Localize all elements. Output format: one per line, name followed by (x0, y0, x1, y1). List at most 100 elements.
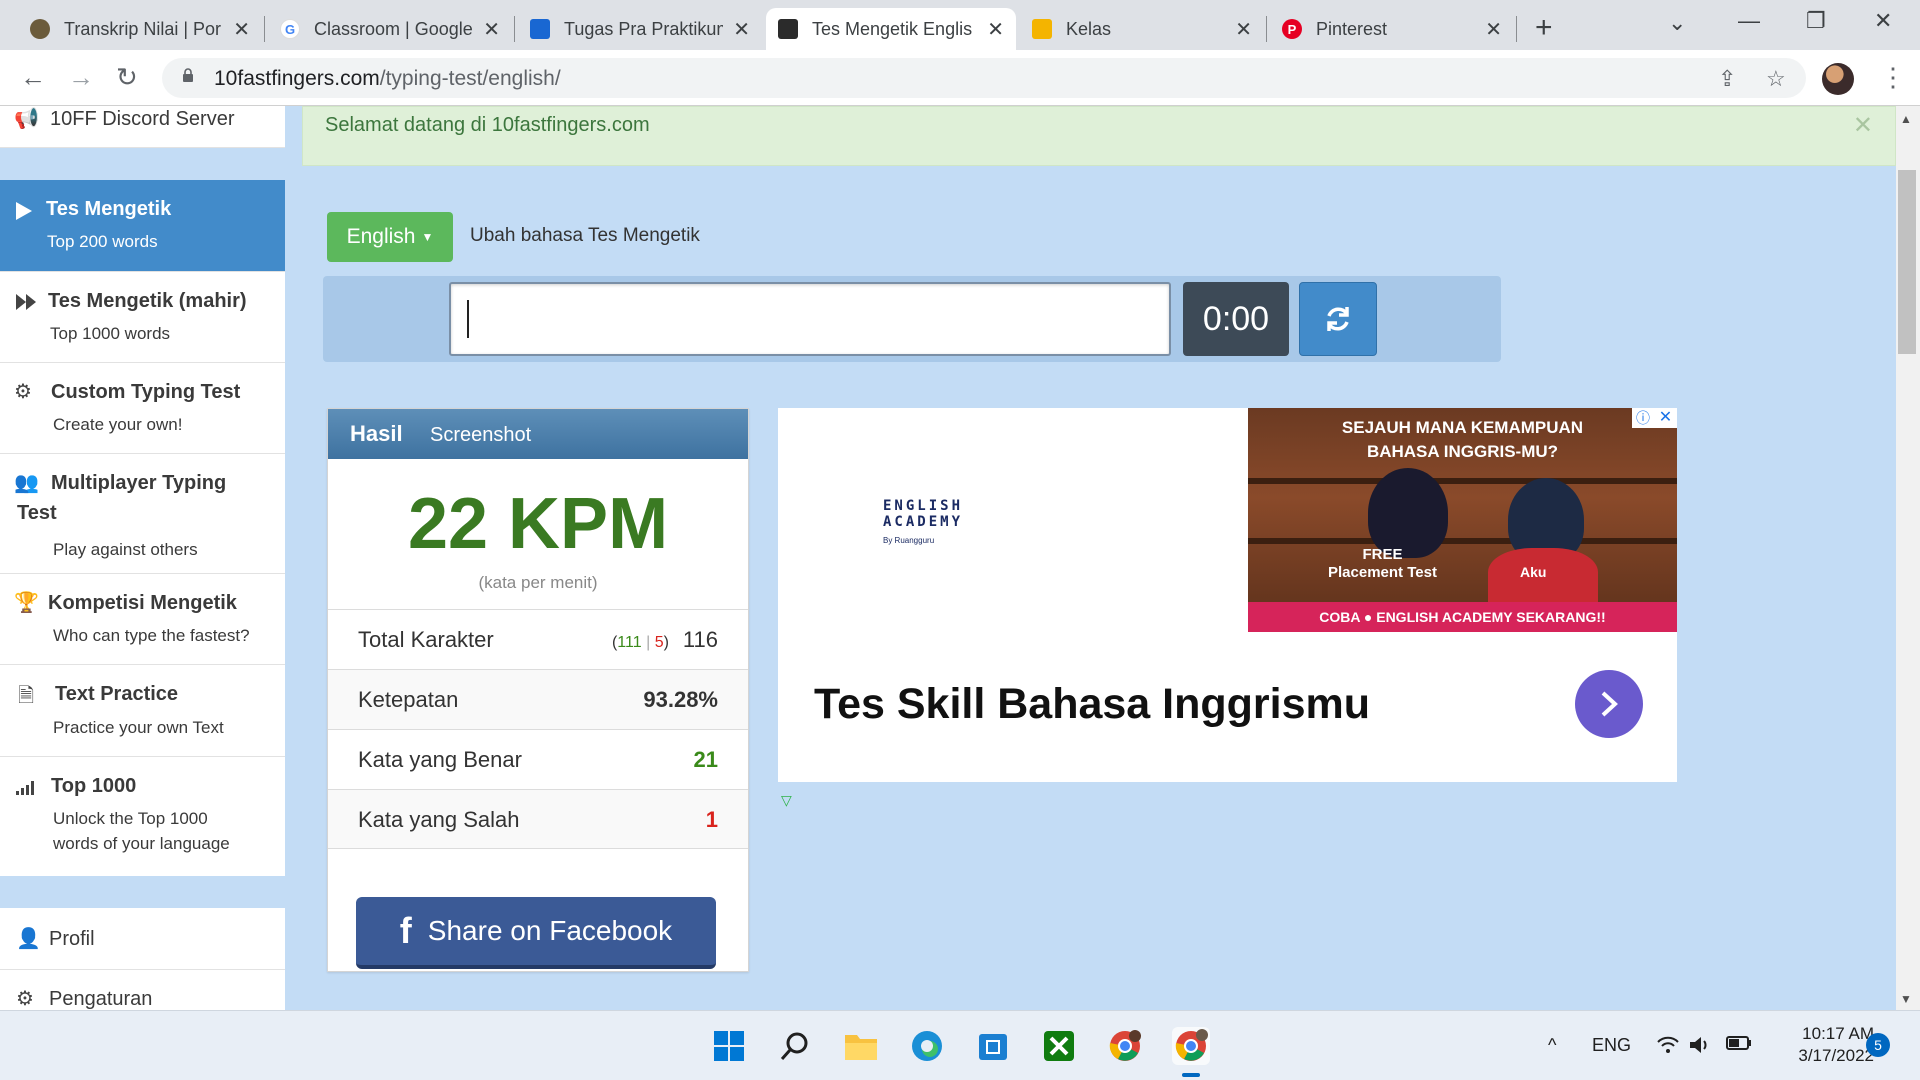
sidebar-item-sub: Top 200 words (47, 232, 158, 251)
volume-icon[interactable] (1688, 1035, 1712, 1060)
tab-label: Kelas (1066, 18, 1112, 39)
tab-pinterest[interactable]: P Pinterest ✕ (1270, 8, 1514, 50)
ad-banner-image[interactable]: SEJAUH MANA KEMAMPUAN BAHASA INGGRIS-MU?… (1248, 408, 1677, 632)
language-dropdown[interactable]: English ▼ (327, 212, 453, 262)
banner-free-text: FREE (1362, 546, 1403, 563)
sidebar-item-top-1000[interactable]: Top 1000 Unlock the Top 1000 words of yo… (0, 757, 285, 876)
xbox-icon[interactable] (1040, 1027, 1078, 1065)
banner-aku: Aku (1520, 564, 1547, 580)
chrome-profile-icon[interactable] (1106, 1027, 1144, 1065)
ad-info-icon[interactable]: ⓘ (1632, 408, 1654, 428)
ad-choices-icon[interactable]: ▽ (781, 792, 792, 809)
sidebar-item-multiplayer[interactable]: 👥 Multiplayer Typing Test Play against o… (0, 454, 285, 574)
page-content: 📢 10FF Discord Server Tes Mengetik Top 2… (0, 106, 1896, 1010)
chevron-up-icon[interactable]: ^ (1548, 1035, 1556, 1056)
tab-transkrip[interactable]: Transkrip Nilai | Por ✕ (18, 8, 262, 50)
tab-kelas[interactable]: Kelas ✕ (1020, 8, 1264, 50)
character-figure (1368, 468, 1448, 558)
tab-label: Classroom | Google (314, 18, 473, 39)
menu-icon[interactable]: ⋮ (1880, 62, 1906, 93)
restart-button[interactable] (1299, 282, 1377, 356)
share-icon[interactable]: ⇪ (1718, 66, 1736, 92)
tab-separator (1266, 16, 1267, 42)
ad-close-icon[interactable]: ✕ (1654, 408, 1677, 428)
advertisement[interactable]: ENGLISH ACADEMY By Ruangguru SEJAUH MANA… (778, 408, 1677, 782)
bookmark-star-icon[interactable]: ☆ (1766, 66, 1786, 92)
scrollbar-thumb[interactable] (1898, 170, 1916, 354)
close-icon[interactable]: ✕ (1235, 17, 1252, 42)
scroll-up-icon[interactable]: ▲ (1900, 112, 1912, 126)
typing-input[interactable] (449, 282, 1171, 356)
tab-screenshot[interactable]: Screenshot (430, 424, 531, 447)
tab-separator (264, 16, 265, 42)
sidebar-item-kompetisi[interactable]: 🏆 Kompetisi Mengetik Who can type the fa… (0, 574, 285, 665)
wpm-caption: (kata per menit) (478, 573, 598, 592)
new-tab-icon[interactable]: + (1535, 11, 1553, 45)
chrome-icon[interactable] (1172, 1027, 1210, 1065)
sidebar-item-custom-typing-test[interactable]: ⚙ Custom Typing Test Create your own! (0, 363, 285, 454)
welcome-alert: Selamat datang di 10fastfingers.com ✕ (302, 106, 1896, 166)
profile-avatar[interactable] (1822, 63, 1854, 95)
ad-title[interactable]: Tes Skill Bahasa Inggrismu (814, 680, 1370, 729)
google-icon: G (280, 19, 300, 39)
english-academy-logo: ENGLISH ACADEMY By Ruangguru (883, 498, 1003, 548)
ad-arrow-button[interactable] (1575, 670, 1643, 738)
forward-icon[interactable]: → (68, 62, 94, 93)
tab-classroom[interactable]: G Classroom | Google ✕ (268, 8, 512, 50)
minimize-icon[interactable]: — (1738, 8, 1760, 34)
logo-line: ENGLISH (883, 498, 964, 514)
search-icon[interactable] (776, 1027, 814, 1065)
restore-icon[interactable]: ❐ (1806, 8, 1826, 34)
result-tabs: Hasil Screenshot (328, 409, 748, 459)
10ff-icon (778, 19, 798, 39)
sidebar-item-sub: Who can type the fastest? (53, 626, 250, 645)
wifi-icon[interactable] (1656, 1035, 1680, 1060)
back-icon[interactable]: ← (20, 62, 46, 93)
sidebar-item-title: Tes Mengetik (mahir) (48, 290, 247, 312)
store-icon[interactable] (974, 1027, 1012, 1065)
sidebar-item-tes-mengetik[interactable]: Tes Mengetik Top 200 words (0, 180, 285, 272)
sidebar-item-title: Multiplayer Typing (51, 472, 227, 494)
pinterest-icon: P (1282, 19, 1302, 39)
banner-line: SEJAUH MANA KEMAMPUAN (1341, 418, 1584, 437)
close-icon[interactable]: ✕ (483, 17, 500, 42)
tab-tugas[interactable]: Tugas Pra Praktikum ✕ (518, 8, 762, 50)
file-explorer-icon[interactable] (842, 1027, 880, 1065)
close-icon[interactable]: ✕ (233, 17, 250, 42)
sidebar-item-text-practice[interactable]: 🗎 Text Practice Practice your own Text (0, 665, 285, 757)
close-icon[interactable]: ✕ (1853, 111, 1873, 140)
logo-line: ACADEMY (883, 514, 964, 530)
sidebar-item-discord[interactable]: 📢 10FF Discord Server (0, 106, 285, 148)
tab-search-icon[interactable]: ⌄ (1668, 10, 1686, 36)
scroll-down-icon[interactable]: ▼ (1900, 992, 1912, 1006)
start-icon[interactable] (710, 1027, 748, 1065)
tab-hasil[interactable]: Hasil (350, 421, 403, 447)
shelf (1248, 478, 1677, 484)
classroom-icon (1032, 19, 1052, 39)
sidebar-discord-card: 📢 10FF Discord Server (0, 106, 285, 148)
share-facebook-button[interactable]: f Share on Facebook (356, 897, 716, 969)
close-window-icon[interactable]: ✕ (1874, 8, 1892, 34)
keystrokes-value: (111 | 5) 116 (612, 627, 718, 653)
language-indicator[interactable]: ENG (1592, 1035, 1631, 1056)
tab-tes-mengetik[interactable]: Tes Mengetik Englis ✕ (766, 8, 1016, 50)
edge-icon[interactable] (908, 1027, 946, 1065)
close-icon[interactable]: ✕ (987, 17, 1004, 42)
battery-icon[interactable] (1726, 1035, 1752, 1056)
notification-badge[interactable]: 5 (1866, 1033, 1890, 1057)
address-bar[interactable]: 10fastfingers.com/typing-test/english/ ⇪… (162, 58, 1806, 98)
sidebar-item-sub: Top 1000 words (50, 324, 171, 343)
sidebar-item-profil[interactable]: 👤 Profil (0, 908, 285, 970)
close-icon[interactable]: ✕ (733, 17, 750, 42)
close-icon[interactable]: ✕ (1485, 17, 1502, 42)
sidebar-item-pengaturan[interactable]: ⚙ Pengaturan (0, 970, 285, 1010)
sidebar-item-label: Pengaturan (49, 988, 153, 1010)
sidebar-item-title: Custom Typing Test (51, 381, 241, 403)
url-text: 10fastfingers.com/typing-test/english/ (214, 67, 561, 91)
clock[interactable]: 10:17 AM 3/17/2022 (1770, 1023, 1874, 1067)
sidebar-menu: Tes Mengetik Top 200 words Tes Mengetik … (0, 180, 285, 876)
users-icon: 👥 (14, 472, 39, 494)
sidebar-item-tes-mengetik-mahir[interactable]: Tes Mengetik (mahir) Top 1000 words (0, 272, 285, 363)
megaphone-icon: 📢 (14, 108, 39, 130)
reload-icon[interactable]: ↻ (116, 62, 138, 93)
